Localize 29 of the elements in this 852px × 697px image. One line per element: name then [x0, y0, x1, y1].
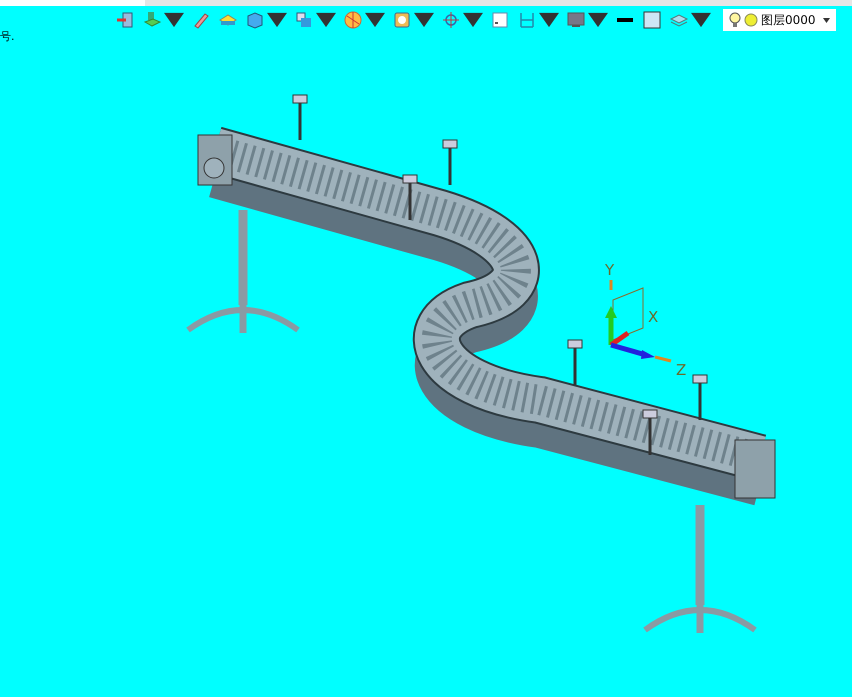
toolbar-button[interactable] [440, 9, 484, 31]
caret-icon [588, 10, 608, 30]
caret-icon [539, 10, 559, 30]
exit-icon [115, 10, 135, 30]
layer-name: 图层0000 [761, 12, 817, 28]
caret-icon [823, 18, 830, 22]
render-icon [392, 10, 412, 30]
caret-icon [463, 10, 483, 30]
display-icon [566, 10, 586, 30]
axis-label: Z [676, 361, 686, 379]
toolbar-button[interactable] [342, 9, 386, 31]
caret-icon [267, 10, 287, 30]
caret-icon [316, 10, 336, 30]
layer-selector[interactable]: 图层0000 [723, 9, 836, 31]
caret-icon [164, 10, 184, 30]
axis-label: Y [605, 261, 614, 279]
caret-icon [691, 10, 711, 30]
fill-icon [642, 10, 662, 30]
snap-icon [441, 10, 461, 30]
layer-color-icon [744, 13, 758, 27]
caption-fragment: 号. [0, 29, 14, 44]
toolbar-button[interactable] [641, 9, 663, 31]
frame-icon [490, 10, 510, 30]
sphere-icon [343, 10, 363, 30]
caret-icon [414, 10, 434, 30]
axis-label: X [648, 308, 658, 326]
caret-icon [365, 10, 385, 30]
view-icon [294, 10, 314, 30]
cube-icon [245, 10, 265, 30]
